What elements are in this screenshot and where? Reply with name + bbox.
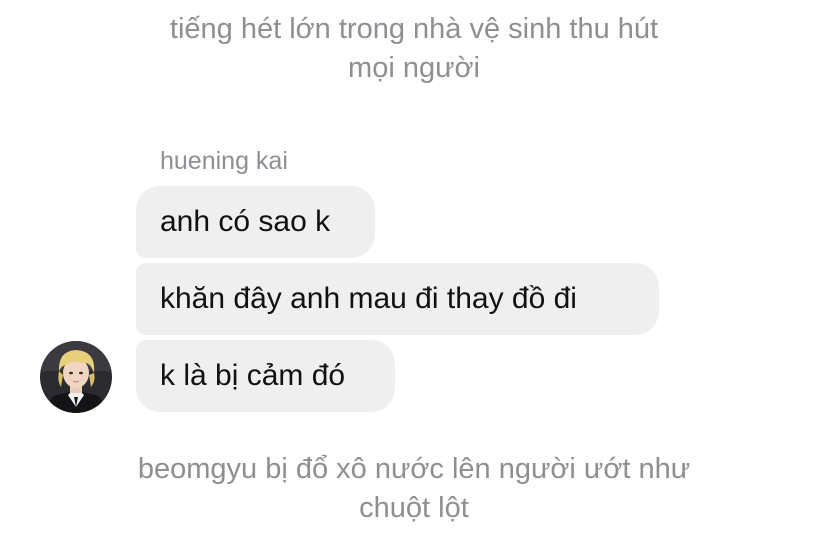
- avatar[interactable]: [40, 341, 112, 413]
- message-bubble[interactable]: anh có sao k: [136, 186, 375, 258]
- system-message-bottom-line-2: chuột lột: [359, 492, 469, 524]
- message-bubble[interactable]: khăn đây anh mau đi thay đồ đi: [136, 263, 659, 335]
- sender-name: huening kai: [160, 147, 288, 175]
- system-message-top-line-1: tiếng hét lớn trong nhà vệ sinh thu hút: [169, 13, 659, 45]
- system-message-top: tiếng hét lớn trong nhà vệ sinh thu hút …: [0, 10, 828, 88]
- system-message-bottom-line-1: beomgyu bị đổ xô nước lên người ướt như: [137, 453, 691, 485]
- system-message-bottom: beomgyu bị đổ xô nước lên người ướt như …: [0, 450, 828, 528]
- system-message-top-line-2: mọi người: [348, 52, 480, 84]
- message-bubble[interactable]: k là bị cảm đó: [136, 340, 395, 412]
- avatar-image: [40, 341, 112, 413]
